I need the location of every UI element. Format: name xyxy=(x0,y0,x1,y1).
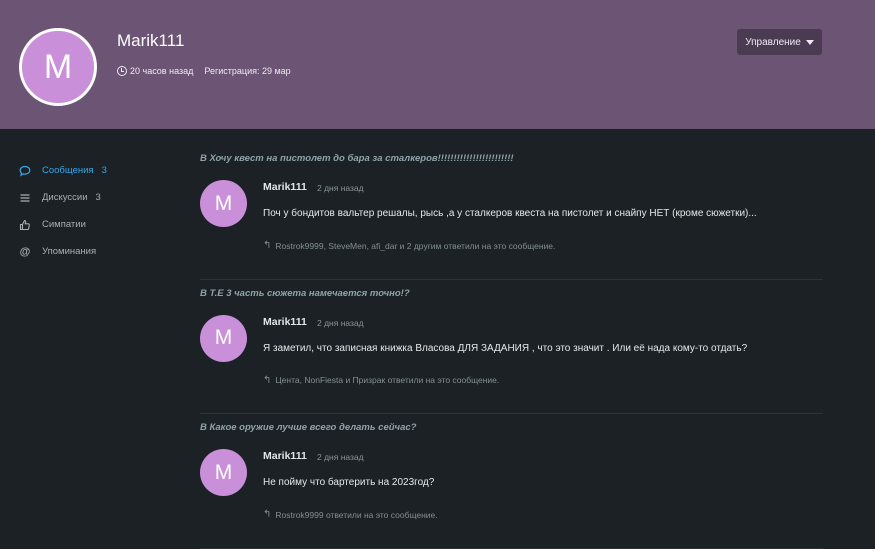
feed-entry: В Какое оружие лучше всего делать сейчас… xyxy=(200,414,823,549)
sidebar-item-label: Дискуссии xyxy=(42,192,88,203)
registration-date: Регистрация: 29 мар xyxy=(204,66,291,76)
post-text: Я заметил, что записная книжка Власова Д… xyxy=(263,342,748,354)
last-seen: 20 часов назад xyxy=(130,66,194,76)
replies-info: ↰ Rostrok9999, SteveMen, afi_dar и 2 дру… xyxy=(263,240,555,251)
clock-icon xyxy=(117,66,127,76)
author-link[interactable]: Marik111 xyxy=(263,181,307,193)
profile-sidebar: Сообщения 3 Дискуссии 3 Симпатии @ Упоми… xyxy=(19,157,169,265)
sidebar-item-mentions[interactable]: @ Упоминания xyxy=(19,238,169,265)
thumbs-up-icon xyxy=(19,219,31,231)
profile-username: Marik111 xyxy=(117,31,185,50)
thread-link[interactable]: В Хочу квест на пистолет до бара за стал… xyxy=(200,153,514,164)
post-text: Не пойму что бартерить на 2023год? xyxy=(263,477,435,488)
post-time[interactable]: 2 дня назад xyxy=(317,452,364,462)
sidebar-item-likes[interactable]: Симпатии xyxy=(19,211,169,238)
sidebar-item-label: Сообщения xyxy=(42,165,94,176)
reply-icon: ↰ xyxy=(263,240,272,251)
list-icon xyxy=(19,192,31,204)
feed-entry: В Хочу квест на пистолет до бара за стал… xyxy=(200,145,823,280)
feed-entry: В T.E 3 часть сюжета намечается точно!? … xyxy=(200,280,823,414)
speech-bubble-icon xyxy=(19,165,31,177)
sidebar-item-label: Симпатии xyxy=(42,219,86,230)
profile-meta: 20 часов назад Регистрация: 29 мар xyxy=(117,66,291,76)
avatar[interactable]: M xyxy=(200,314,247,362)
replies-text[interactable]: Rostrok9999 ответили на это сообщение. xyxy=(275,510,437,520)
profile-cover xyxy=(0,0,875,129)
at-sign-icon: @ xyxy=(19,245,31,258)
avatar-letter: M xyxy=(214,191,233,215)
replies-text[interactable]: Rostrok9999, SteveMen, afi_dar и 2 други… xyxy=(275,241,555,251)
post-text: Поч у бондитов вальтер решалы, рысь ,а у… xyxy=(263,208,757,219)
thread-link[interactable]: В Какое оружие лучше всего делать сейчас… xyxy=(200,422,416,433)
avatar[interactable]: M xyxy=(200,180,247,227)
author-link[interactable]: Marik111 xyxy=(263,450,307,462)
replies-info: ↰ Цента, NonFiesta и Призрак ответили на… xyxy=(263,375,499,386)
caret-down-icon xyxy=(805,39,814,45)
activity-feed: В Хочу квест на пистолет до бара за стал… xyxy=(200,145,823,549)
reply-icon: ↰ xyxy=(263,509,272,520)
replies-text[interactable]: Цента, NonFiesta и Призрак ответили на э… xyxy=(275,375,499,385)
replies-info: ↰ Rostrok9999 ответили на это сообщение. xyxy=(263,509,438,520)
reply-icon: ↰ xyxy=(263,374,272,386)
avatar-letter: M xyxy=(43,47,73,86)
post-time[interactable]: 2 дня назад xyxy=(317,318,364,328)
sidebar-item-messages[interactable]: Сообщения 3 xyxy=(19,157,169,184)
avatar-letter: M xyxy=(214,460,233,484)
manage-button[interactable]: Управление xyxy=(737,29,822,55)
avatar-letter: M xyxy=(214,326,233,349)
thread-link[interactable]: В T.E 3 часть сюжета намечается точно!? xyxy=(200,288,410,299)
post-time[interactable]: 2 дня назад xyxy=(317,183,364,193)
manage-label: Управление xyxy=(745,36,801,48)
sidebar-item-discussions[interactable]: Дискуссии 3 xyxy=(19,184,169,211)
profile-avatar[interactable]: M xyxy=(19,28,97,106)
sidebar-item-count: 3 xyxy=(95,192,101,203)
sidebar-item-count: 3 xyxy=(101,165,107,176)
avatar[interactable]: M xyxy=(200,449,247,496)
sidebar-item-label: Упоминания xyxy=(42,246,97,257)
author-link[interactable]: Marik111 xyxy=(263,316,307,328)
